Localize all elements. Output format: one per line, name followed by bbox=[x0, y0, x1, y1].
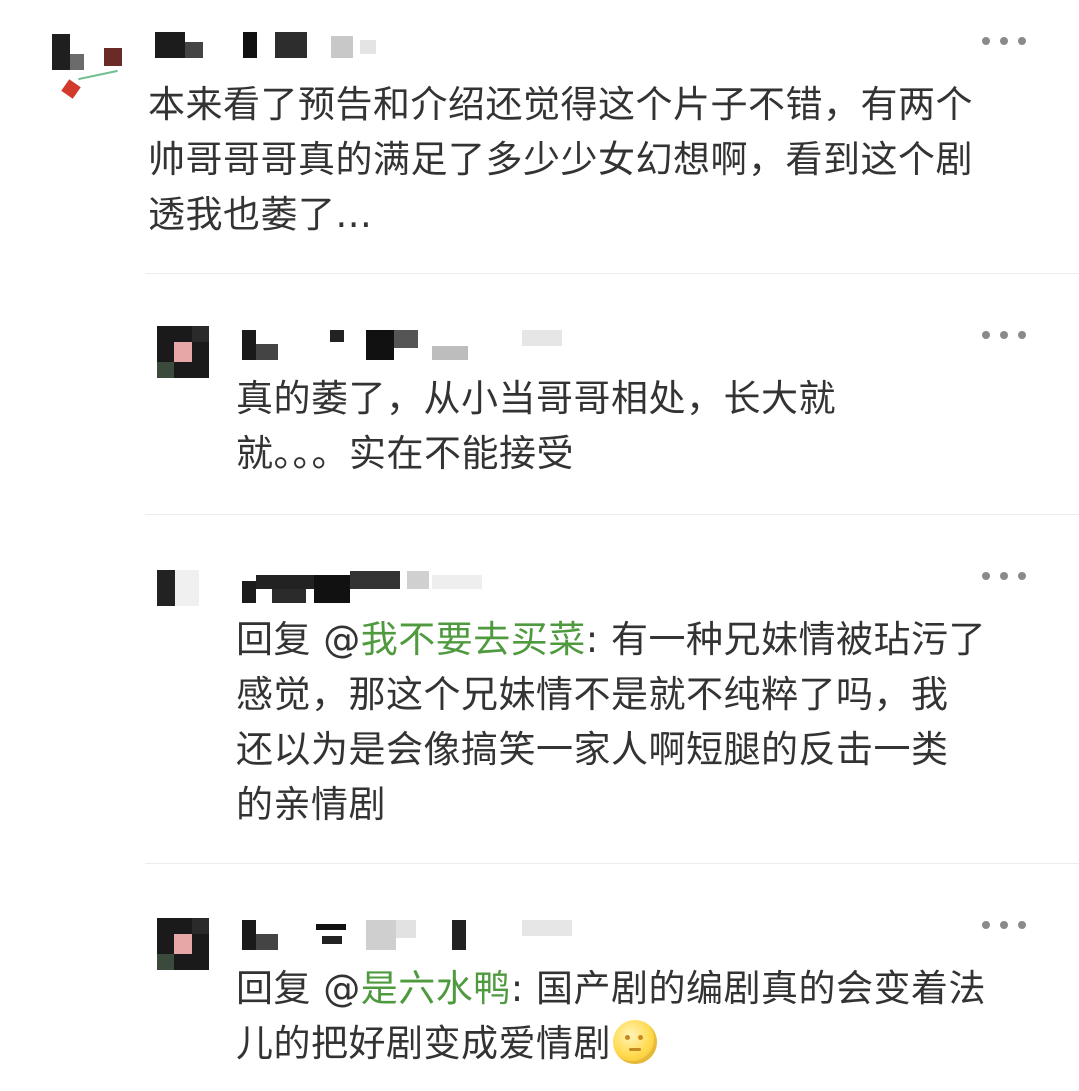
comment-text-line: 透我也萎了... bbox=[148, 193, 373, 236]
comment-text: 真的萎了，从小当哥哥相处，长大就 就。。。实在不能接受 bbox=[236, 371, 836, 481]
reply-prefix: 回复 @ bbox=[236, 618, 361, 661]
username-blurred[interactable] bbox=[155, 32, 395, 58]
username-blurred[interactable] bbox=[242, 571, 502, 605]
comment-text-line: 感觉，那这个兄妹情不是就不纯粹了吗，我 bbox=[236, 673, 949, 716]
more-options-icon[interactable] bbox=[982, 328, 1026, 342]
comment-item: 回复 @是六水鸭: 国产剧的编剧真的会变着法 儿的把好剧变成爱情剧 bbox=[0, 864, 1079, 1091]
mention-link[interactable]: 我不要去买菜 bbox=[361, 618, 586, 661]
username-blurred[interactable] bbox=[242, 326, 572, 360]
reply-text: : 国产剧的编剧真的会变着法 bbox=[510, 967, 986, 1010]
comment-text: 本来看了预告和介绍还觉得这个片子不错，有两个 帅哥哥哥真的满足了多少少女幻想啊，… bbox=[148, 77, 973, 242]
comment-item: 真的萎了，从小当哥哥相处，长大就 就。。。实在不能接受 bbox=[0, 274, 1079, 514]
comment-text-line: 本来看了预告和介绍还觉得这个片子不错，有两个 bbox=[148, 83, 973, 126]
avatar[interactable] bbox=[157, 570, 207, 610]
reply-line: 回复 @我不要去买菜: 有一种兄妹情被玷污了 bbox=[236, 612, 986, 667]
avatar[interactable] bbox=[157, 918, 209, 970]
comment-text-segment: 儿的把好剧变成爱情剧 bbox=[236, 1022, 611, 1065]
comment-text-line: 还以为是会像搞笑一家人啊短腿的反击一类 bbox=[236, 728, 949, 771]
comment-text: 回复 @是六水鸭: 国产剧的编剧真的会变着法 儿的把好剧变成爱情剧 bbox=[236, 961, 986, 1071]
more-options-icon[interactable] bbox=[982, 918, 1026, 932]
comment-text-line: 就。。。实在不能接受 bbox=[236, 432, 574, 475]
comment-text-line: 儿的把好剧变成爱情剧 bbox=[236, 1016, 986, 1071]
comment-text-line: 真的萎了，从小当哥哥相处，长大就 bbox=[236, 377, 836, 420]
more-options-icon[interactable] bbox=[982, 34, 1026, 48]
more-options-icon[interactable] bbox=[982, 569, 1026, 583]
reply-prefix: 回复 @ bbox=[236, 967, 361, 1010]
comment-item: 本来看了预告和介绍还觉得这个片子不错，有两个 帅哥哥哥真的满足了多少少女幻想啊，… bbox=[0, 0, 1079, 270]
comment-text-line: 的亲情剧 bbox=[236, 783, 386, 826]
comment-text-line: 帅哥哥哥真的满足了多少少女幻想啊，看到这个剧 bbox=[148, 138, 973, 181]
reply-text: : 有一种兄妹情被玷污了 bbox=[585, 618, 986, 661]
comment-text: 回复 @我不要去买菜: 有一种兄妹情被玷污了 感觉，那这个兄妹情不是就不纯粹了吗… bbox=[236, 612, 986, 832]
moon-face-emoji-icon bbox=[613, 1020, 657, 1064]
avatar[interactable] bbox=[48, 30, 124, 100]
comment-item: 回复 @我不要去买菜: 有一种兄妹情被玷污了 感觉，那这个兄妹情不是就不纯粹了吗… bbox=[0, 515, 1079, 863]
mention-link[interactable]: 是六水鸭 bbox=[361, 967, 511, 1010]
reply-line: 回复 @是六水鸭: 国产剧的编剧真的会变着法 bbox=[236, 961, 986, 1016]
avatar[interactable] bbox=[157, 326, 209, 378]
username-blurred[interactable] bbox=[242, 916, 582, 952]
